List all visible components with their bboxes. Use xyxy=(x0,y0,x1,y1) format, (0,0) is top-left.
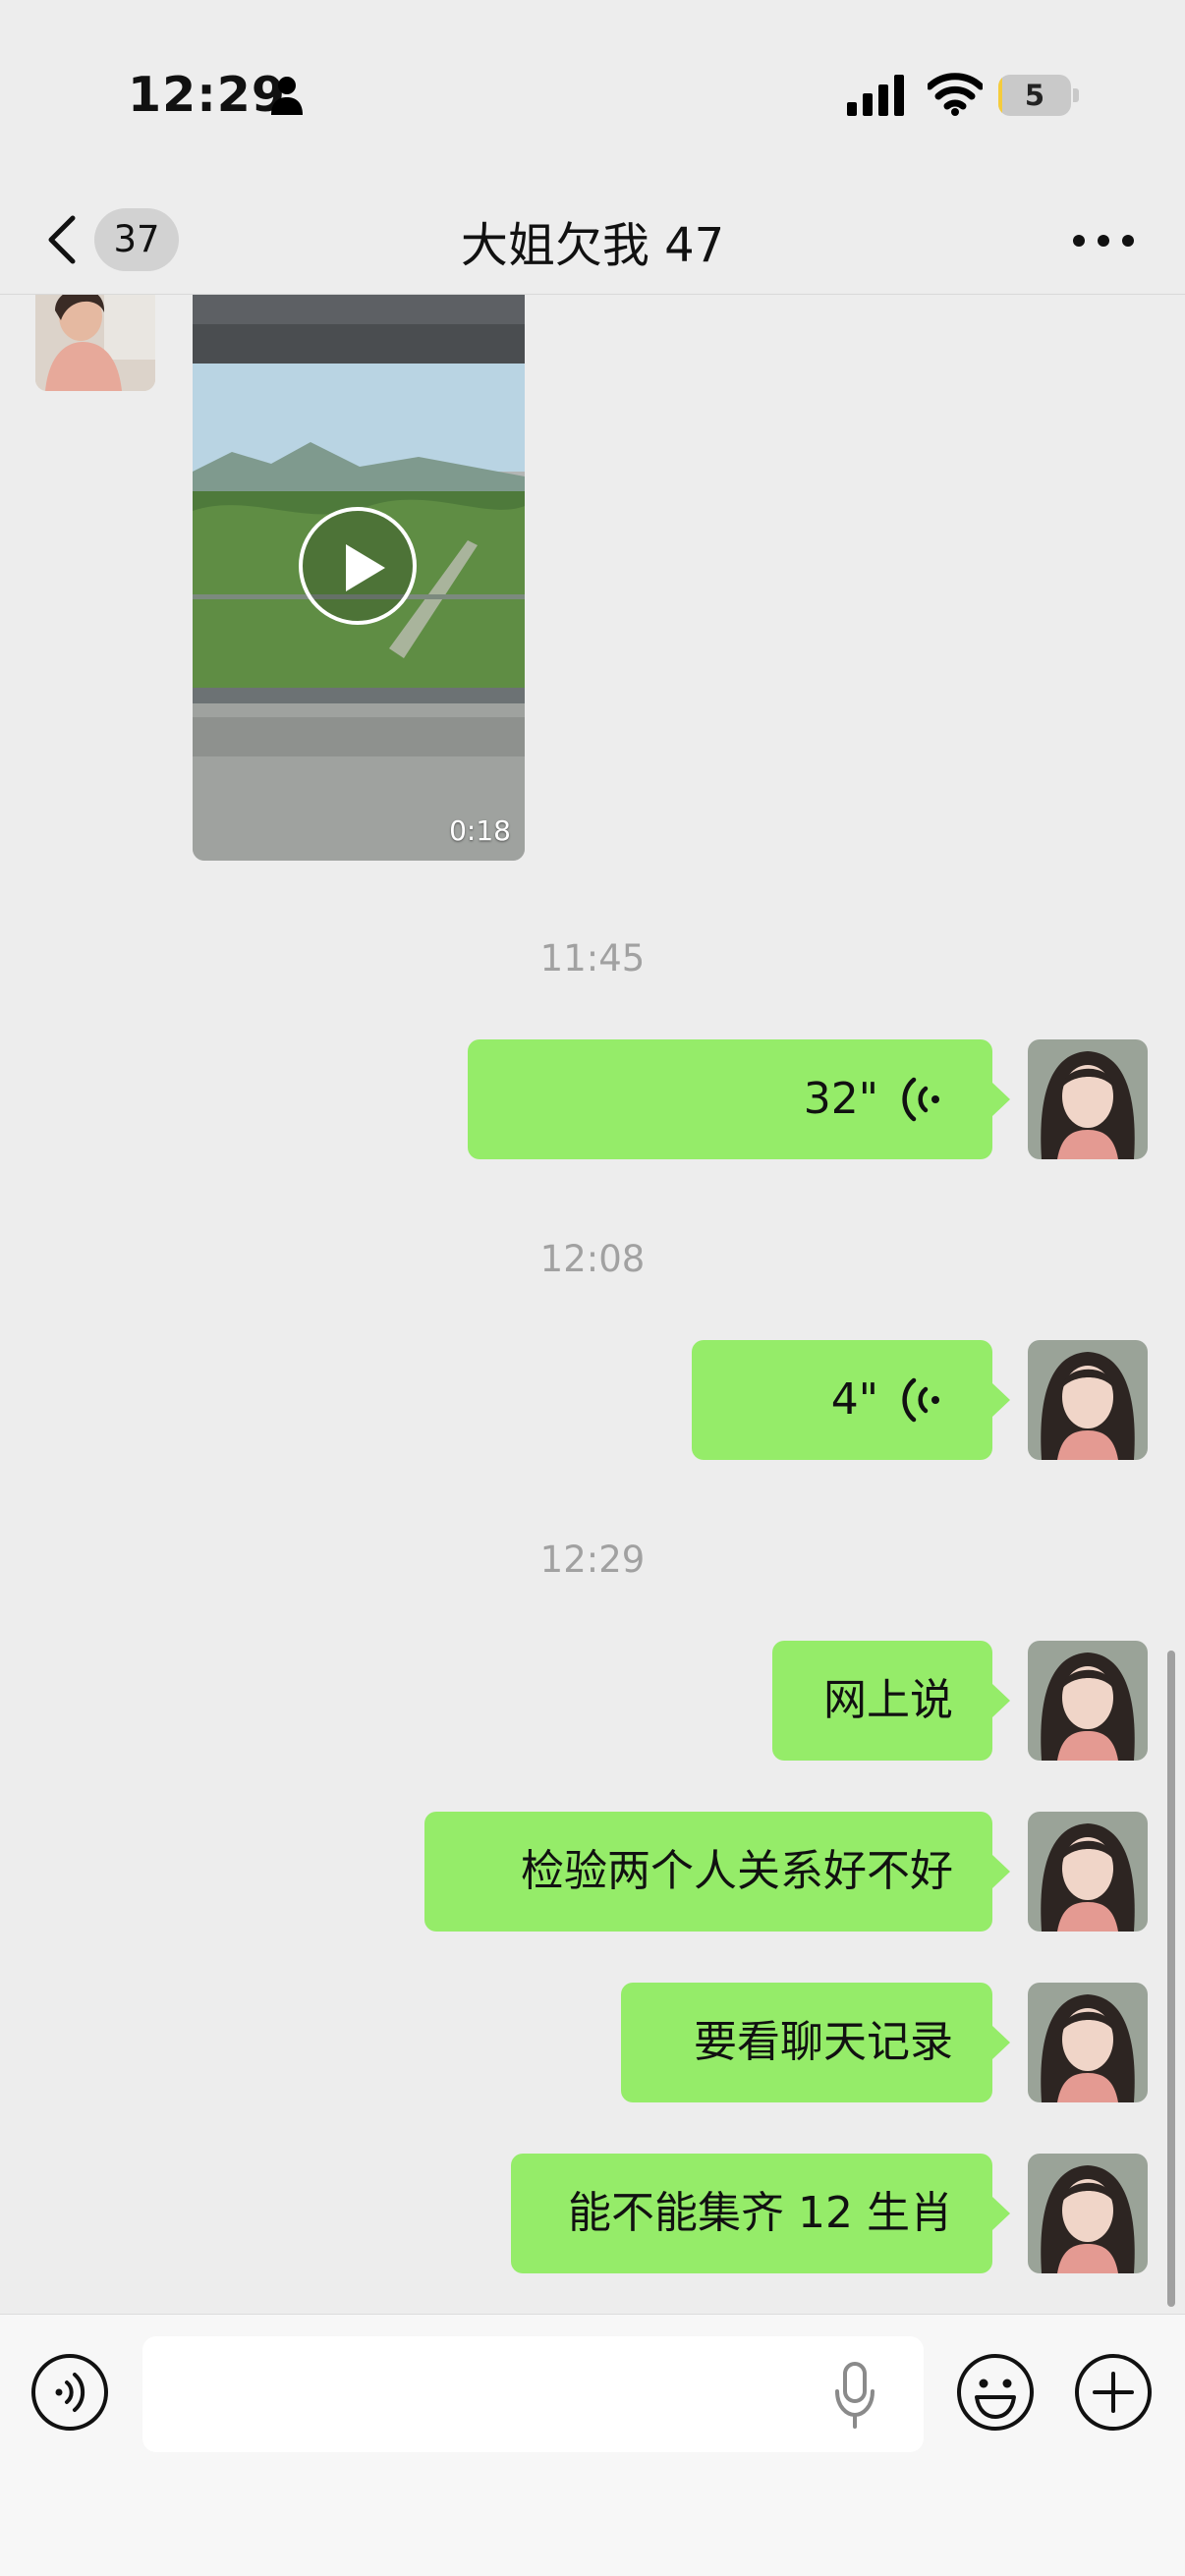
message-text: 网上说 xyxy=(823,1675,953,1725)
timestamp-divider: 12:08 xyxy=(539,1238,646,1280)
status-time: 12:29 xyxy=(128,67,286,123)
message-text: 要看聊天记录 xyxy=(694,2017,953,2067)
battery-icon: 5 xyxy=(998,75,1079,116)
voice-wave-icon xyxy=(902,1377,939,1423)
status-bar: 12:29 5 xyxy=(0,0,1185,187)
chevron-left-icon xyxy=(48,215,76,264)
message-text: 能不能集齐 12 生肖 xyxy=(568,2188,953,2238)
play-icon[interactable] xyxy=(299,507,417,625)
unread-count-badge: 37 xyxy=(94,208,179,271)
cellular-signal-icon xyxy=(847,75,904,116)
text-message[interactable]: 要看聊天记录 xyxy=(621,1983,1010,2102)
emoji-icon[interactable] xyxy=(955,2352,1036,2433)
person-icon xyxy=(271,77,303,115)
wifi-icon xyxy=(928,73,983,116)
microphone-icon[interactable] xyxy=(833,2360,876,2431)
text-message[interactable]: 能不能集齐 12 生肖 xyxy=(511,2154,1010,2273)
my-avatar[interactable] xyxy=(1028,1812,1148,1932)
message-list: 0:18 11:45 32" 12:08 4" 12:29 网上说 检验两个人关… xyxy=(0,295,1185,2314)
my-avatar[interactable] xyxy=(1028,2154,1148,2273)
voice-duration: 32" xyxy=(803,1074,878,1124)
plus-icon[interactable] xyxy=(1073,2352,1154,2433)
voice-wave-icon xyxy=(902,1077,939,1122)
video-message[interactable]: 0:18 xyxy=(193,295,525,861)
battery-level: 5 xyxy=(1024,79,1045,112)
voice-message[interactable]: 32" xyxy=(468,1039,1010,1159)
voice-message[interactable]: 4" xyxy=(692,1340,1010,1460)
contact-avatar[interactable] xyxy=(35,295,155,391)
back-button[interactable]: 37 xyxy=(39,198,187,279)
scrollbar[interactable] xyxy=(1167,1651,1175,2307)
message-text: 检验两个人关系好不好 xyxy=(521,1846,953,1896)
my-avatar[interactable] xyxy=(1028,1641,1148,1761)
input-bar xyxy=(0,2314,1185,2576)
timestamp-divider: 12:29 xyxy=(539,1539,646,1581)
message-input[interactable] xyxy=(142,2336,924,2452)
video-duration: 0:18 xyxy=(449,814,511,847)
voice-toggle-icon[interactable] xyxy=(29,2352,110,2433)
text-message[interactable]: 检验两个人关系好不好 xyxy=(424,1812,1010,1932)
my-avatar[interactable] xyxy=(1028,1340,1148,1460)
more-icon[interactable] xyxy=(1061,206,1146,275)
my-avatar[interactable] xyxy=(1028,1039,1148,1159)
chat-header: 37 大姐欠我 47 xyxy=(0,187,1185,295)
timestamp-divider: 11:45 xyxy=(539,937,646,980)
voice-duration: 4" xyxy=(830,1374,878,1425)
my-avatar[interactable] xyxy=(1028,1983,1148,2102)
text-message[interactable]: 网上说 xyxy=(772,1641,1010,1761)
chat-title: 大姐欠我 47 xyxy=(460,218,725,273)
